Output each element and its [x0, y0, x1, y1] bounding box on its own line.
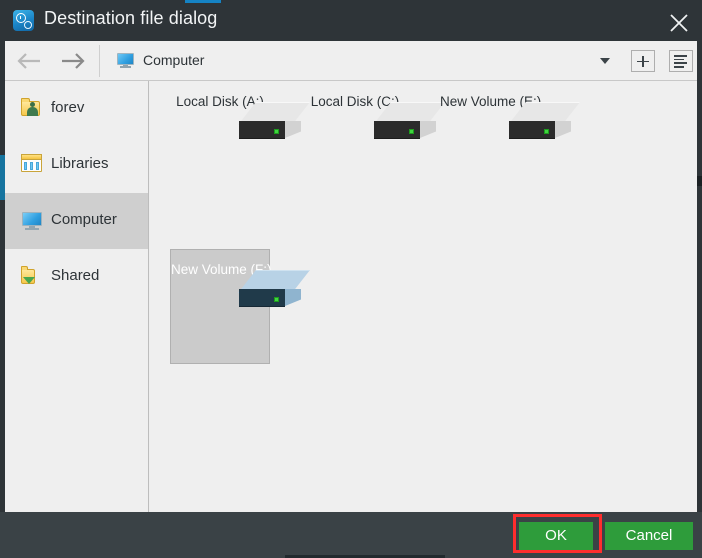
- shared-folder-icon: [21, 266, 43, 286]
- sidebar-item-libraries[interactable]: Libraries: [5, 137, 148, 193]
- file-item-new-volume-e[interactable]: New Volume (E:): [440, 94, 580, 139]
- user-folder-icon: [21, 98, 43, 118]
- right-scroll-thumb[interactable]: [697, 176, 702, 186]
- arrow-left-icon[interactable]: [13, 49, 47, 73]
- sidebar-item-label: Libraries: [51, 155, 109, 172]
- file-item-new-volume-f[interactable]: New Volume (F:): [170, 249, 310, 364]
- dialog-body: Computer forev Libraries Computer Shared…: [5, 41, 697, 512]
- arrow-right-icon[interactable]: [55, 49, 89, 73]
- sidebar-item-computer[interactable]: Computer: [5, 193, 148, 249]
- breadcrumb[interactable]: Computer: [143, 52, 204, 68]
- close-icon[interactable]: [656, 0, 702, 41]
- clock-gear-icon: [13, 10, 34, 31]
- plus-icon[interactable]: [631, 50, 655, 72]
- sidebar: forev Libraries Computer Shared: [5, 81, 149, 512]
- list-view-icon[interactable]: [669, 50, 693, 72]
- sidebar-item-shared[interactable]: Shared: [5, 249, 148, 305]
- sidebar-item-label: Computer: [51, 211, 117, 228]
- libraries-icon: [21, 154, 43, 174]
- navigation-bar: Computer: [5, 41, 697, 81]
- footer-bar: OK Cancel: [0, 512, 702, 558]
- left-scroll-thumb[interactable]: [0, 155, 5, 200]
- page-title: Destination file dialog: [44, 8, 218, 28]
- file-list: Local Disk (A:) Local Disk (C:) New Volu…: [150, 81, 697, 512]
- ok-button[interactable]: OK: [519, 522, 593, 550]
- chevron-down-icon[interactable]: [591, 51, 619, 71]
- computer-monitor-icon: [117, 53, 134, 68]
- file-item-local-disk-c[interactable]: Local Disk (C:): [305, 94, 445, 139]
- right-scroll-strip[interactable]: [697, 41, 702, 512]
- sidebar-item-label: forev: [51, 99, 85, 116]
- left-scroll-strip[interactable]: [0, 41, 5, 512]
- cancel-button[interactable]: Cancel: [605, 522, 693, 550]
- file-item-local-disk-a[interactable]: Local Disk (A:): [170, 94, 310, 139]
- sidebar-item-forev[interactable]: forev: [5, 81, 148, 137]
- title-bar: Destination file dialog: [0, 0, 702, 41]
- title-accent-strip: [185, 0, 221, 3]
- sidebar-item-label: Shared: [51, 267, 100, 284]
- toolbar-divider: [99, 45, 100, 77]
- destination-file-dialog: Destination file dialog Computer forev L…: [0, 0, 702, 558]
- computer-monitor-icon: [21, 210, 43, 230]
